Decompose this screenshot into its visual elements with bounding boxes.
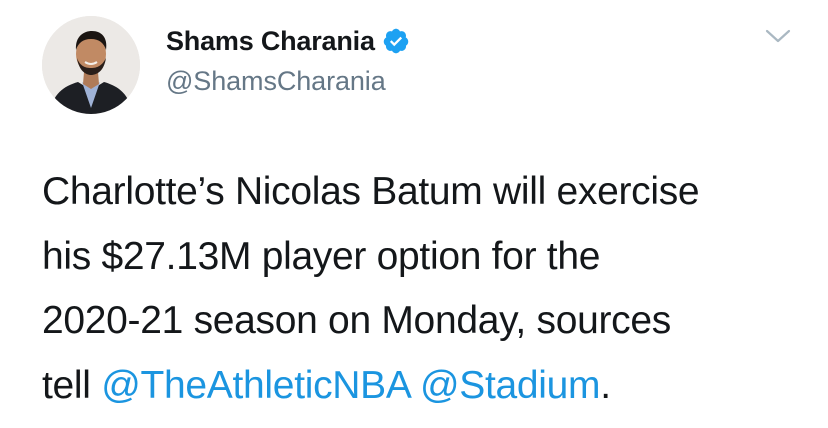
avatar[interactable]	[42, 16, 140, 114]
tweet-text-suffix: .	[600, 363, 611, 407]
tweet-text-line: Charlotte’s Nicolas Batum will exercise	[42, 170, 700, 213]
tweet-text: Charlotte’s Nicolas Batum will exercise …	[42, 160, 802, 418]
tweet-text-line: his $27.13M player option for the	[42, 234, 601, 278]
verified-badge-icon	[382, 27, 410, 55]
author-name-row[interactable]: Shams Charania	[166, 24, 410, 58]
chevron-down-icon[interactable]	[764, 26, 792, 46]
author-display-name[interactable]: Shams Charania	[166, 26, 375, 57]
tweet-text-line: tell @TheAthleticNBA @Stadium.	[42, 354, 802, 419]
tweet-text-line: 2020-21 season on Monday, sources	[42, 299, 671, 342]
tweet-card: Shams Charania @ShamsCharania Charlotte’…	[0, 0, 828, 428]
mention-link-stadium[interactable]: @Stadium	[420, 364, 601, 407]
author-handle[interactable]: @ShamsCharania	[166, 66, 386, 97]
mention-link-theathleticnba[interactable]: @TheAthleticNBA	[101, 364, 410, 407]
profile-photo-icon	[42, 16, 140, 114]
tweet-text-prefix: tell	[42, 363, 102, 407]
mention-separator	[409, 364, 420, 407]
